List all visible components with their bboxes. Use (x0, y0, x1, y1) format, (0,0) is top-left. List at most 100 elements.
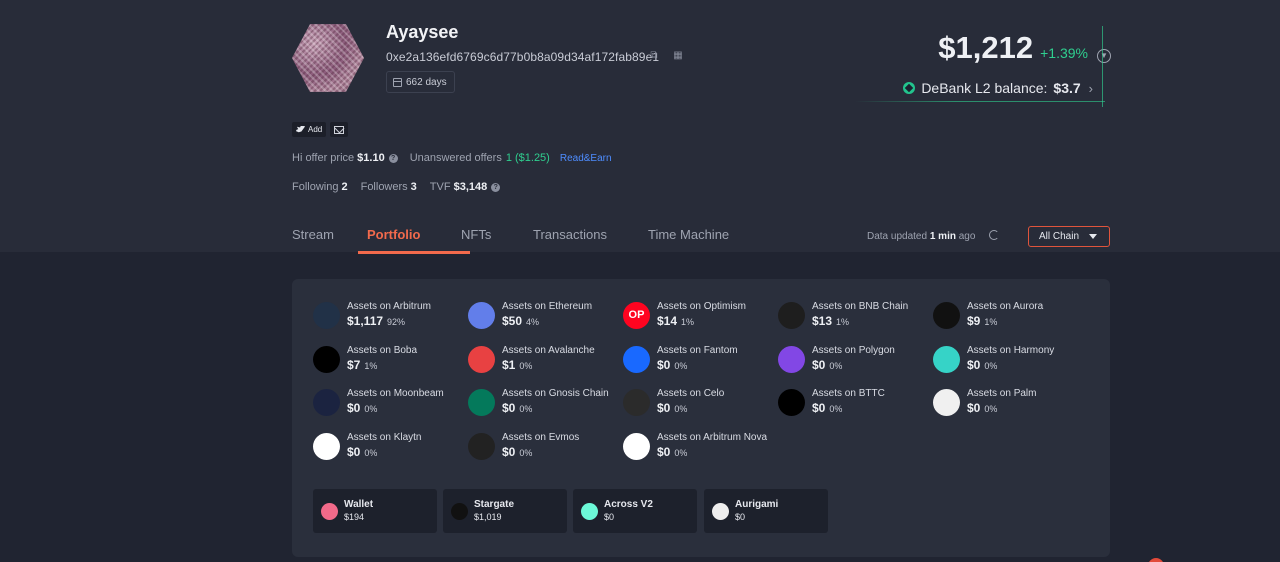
protocol-value: $0 (604, 512, 615, 522)
refresh-icon[interactable] (989, 230, 999, 240)
protocol-value: $1,019 (474, 512, 502, 522)
chain-item[interactable]: Assets on BNB Chain $13 1% (778, 300, 908, 330)
tab-nfts[interactable]: NFTs (461, 225, 533, 254)
chain-item[interactable]: Assets on Boba $7 1% (313, 344, 417, 374)
chain-name: Assets on Evmos (502, 432, 580, 443)
chain-item[interactable]: Assets on Gnosis Chain $0 0% (468, 387, 609, 417)
chain-item[interactable]: Assets on Polygon $0 0% (778, 344, 895, 374)
chain-item[interactable]: Assets on BTTC $0 0% (778, 387, 885, 417)
chain-value-row: $9 1% (967, 313, 1043, 330)
chain-value: $9 (967, 314, 981, 328)
followers-label[interactable]: Followers (361, 181, 408, 193)
chain-value: $1 (502, 358, 516, 372)
chain-name: Assets on Moonbeam (347, 388, 444, 399)
chain-value: $0 (967, 358, 981, 372)
chain-value: $0 (812, 358, 826, 372)
chain-item[interactable]: Assets on Arbitrum $1,117 92% (313, 300, 431, 330)
tab-portfolio[interactable]: Portfolio (358, 225, 470, 254)
moonbeam-icon (313, 388, 340, 416)
net-worth-value: $1,212 (938, 30, 1034, 65)
twitter-icon (296, 125, 305, 133)
email-button[interactable] (330, 122, 349, 137)
help-icon[interactable]: ? (491, 182, 501, 192)
copy-icon[interactable]: ⧉ (648, 50, 660, 62)
protocol-name: Wallet (344, 499, 374, 510)
username: Ayaysee (386, 22, 459, 42)
chain-name: Assets on Harmony (967, 345, 1055, 356)
chain-item[interactable]: Assets on Palm $0 0% (933, 387, 1036, 417)
chain-value: $0 (502, 401, 516, 415)
avalanche-icon (468, 345, 495, 373)
twitter-add-button[interactable]: Add (292, 122, 327, 137)
chain-value-row: $0 0% (502, 444, 579, 461)
chain-name: Assets on Avalanche (502, 345, 595, 356)
chain-value-row: $0 0% (657, 444, 767, 461)
chain-item[interactable]: Assets on Avalanche $1 0% (468, 344, 595, 374)
chain-percent: 0% (519, 404, 533, 414)
chain-percent: 0% (674, 404, 688, 414)
chain-value-row: $0 0% (347, 444, 421, 461)
qr-code-icon[interactable]: ▦ (672, 50, 684, 62)
chain-name: Assets on Ethereum (502, 301, 593, 312)
help-icon[interactable]: ? (388, 153, 398, 163)
chain-value: $0 (347, 445, 361, 459)
debank-l2-icon (903, 82, 916, 94)
chain-percent: 0% (674, 361, 688, 371)
chain-value: $0 (967, 401, 981, 415)
l2-balance[interactable]: DeBank L2 balance: $3.7 › (903, 80, 1093, 96)
protocol-card[interactable]: Aurigami $0 (704, 489, 828, 533)
fantom-icon (623, 345, 650, 373)
net-worth: $1,212 +1.39% (938, 30, 1088, 66)
social-stats-row: Following 2 Followers 3 TVF $3,148 ? (292, 181, 501, 193)
unanswered-offers-value[interactable]: 1 ($1.25) (506, 152, 550, 164)
net-worth-change: +1.39% (1040, 45, 1088, 61)
chain-item[interactable]: Assets on Klaytn $0 0% (313, 431, 421, 461)
chain-item[interactable]: Assets on Moonbeam $0 0% (313, 387, 444, 417)
chain-item[interactable]: Assets on Harmony $0 0% (933, 344, 1054, 374)
ethereum-icon (468, 301, 495, 329)
chain-percent: 1% (681, 317, 695, 327)
chain-item[interactable]: Assets on Aurora $9 1% (933, 300, 1043, 330)
aurora-icon (933, 301, 960, 329)
harmony-icon (933, 345, 960, 373)
chain-percent: 0% (364, 448, 378, 458)
boba-icon (313, 345, 340, 373)
following-label[interactable]: Following (292, 181, 338, 193)
chain-value: $0 (657, 445, 671, 459)
offer-price-label: Hi offer price (292, 152, 355, 164)
chain-name: Assets on Polygon (812, 345, 895, 356)
tab-time-machine[interactable]: Time Machine (648, 225, 748, 254)
chain-name: Assets on Arbitrum Nova (657, 432, 768, 443)
chevron-down-icon[interactable]: ▼ (1097, 49, 1111, 63)
chain-filter-select[interactable]: All Chain (1028, 226, 1110, 247)
chain-item[interactable]: Assets on Ethereum $50 4% (468, 300, 592, 330)
account-age: 662 days (406, 76, 447, 88)
chain-item[interactable]: Assets on Evmos $0 0% (468, 431, 579, 461)
read-earn-link[interactable]: Read&Earn (560, 153, 612, 164)
protocol-card[interactable]: Across V2 $0 (573, 489, 697, 533)
unanswered-offers-label: Unanswered offers (409, 152, 502, 164)
chain-percent: 0% (984, 361, 998, 371)
tab-transactions[interactable]: Transactions (533, 225, 648, 254)
followers-count[interactable]: 3 (411, 181, 417, 193)
following-count[interactable]: 2 (341, 181, 347, 193)
account-age-badge: 662 days (386, 71, 455, 93)
optimism-icon: OP (623, 301, 650, 329)
protocol-name: Stargate (474, 499, 515, 510)
chain-item[interactable]: OP Assets on Optimism $14 1% (623, 300, 746, 330)
protocol-card[interactable]: Wallet $194 (313, 489, 437, 533)
chain-value: $0 (347, 401, 361, 415)
tvf-value: $3,148 (453, 181, 488, 193)
chain-item[interactable]: Assets on Celo $0 0% (623, 387, 724, 417)
chain-item[interactable]: Assets on Fantom $0 0% (623, 344, 738, 374)
tvf-label: TVF (429, 181, 451, 193)
chain-name: Assets on Boba (347, 345, 418, 356)
chain-value-row: $0 0% (967, 357, 1054, 374)
chain-item[interactable]: Assets on Arbitrum Nova $0 0% (623, 431, 767, 461)
chain-value-row: $0 0% (812, 357, 895, 374)
chain-value: $50 (502, 314, 523, 328)
chain-value-row: $0 0% (657, 357, 738, 374)
tab-stream[interactable]: Stream (292, 225, 367, 254)
protocol-card[interactable]: Stargate $1,019 (443, 489, 567, 533)
data-updated-time: 1 min (929, 231, 956, 242)
